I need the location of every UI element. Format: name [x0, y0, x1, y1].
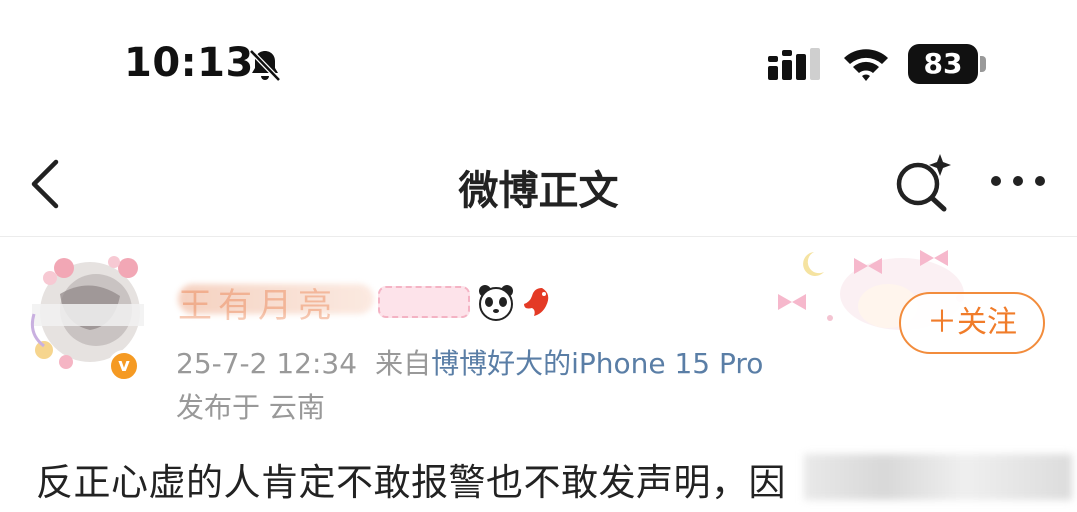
koi-fish-icon[interactable] — [522, 284, 554, 320]
nav-divider — [0, 236, 1077, 237]
follow-button[interactable]: ＋关注 — [899, 292, 1045, 354]
post-date: 25-7-2 12:34 — [176, 347, 358, 380]
more-horizontal-icon[interactable] — [986, 166, 1050, 196]
source-device-link[interactable]: 博博好大的iPhone 15 Pro — [431, 347, 763, 380]
wifi-icon — [844, 49, 888, 81]
status-time: 10:13 — [124, 40, 254, 86]
post-location: 发布于 云南 — [176, 391, 325, 424]
username-text: 王有月亮 — [178, 286, 338, 326]
username[interactable]: 王有月亮 — [178, 276, 374, 326]
post-meta: 25-7-2 12:34 来自博博好大的iPhone 15 Pro — [176, 342, 763, 382]
sparkle-search-icon[interactable] — [890, 152, 954, 212]
panda-icon[interactable] — [476, 282, 516, 322]
source-prefix: 来自 — [375, 347, 432, 380]
verified-badge: v — [108, 350, 140, 382]
blurred-text — [804, 454, 1072, 500]
pig-badge-icon[interactable] — [378, 286, 470, 318]
bell-slash-icon — [249, 49, 281, 82]
cellular-signal-icon — [768, 48, 820, 80]
battery-icon: 83 — [908, 44, 986, 84]
battery-cap — [980, 56, 986, 72]
post-body-text: 反正心虚的人肯定不敢报警也不敢发声明，因 — [36, 461, 786, 504]
battery-level: 83 — [908, 44, 978, 84]
